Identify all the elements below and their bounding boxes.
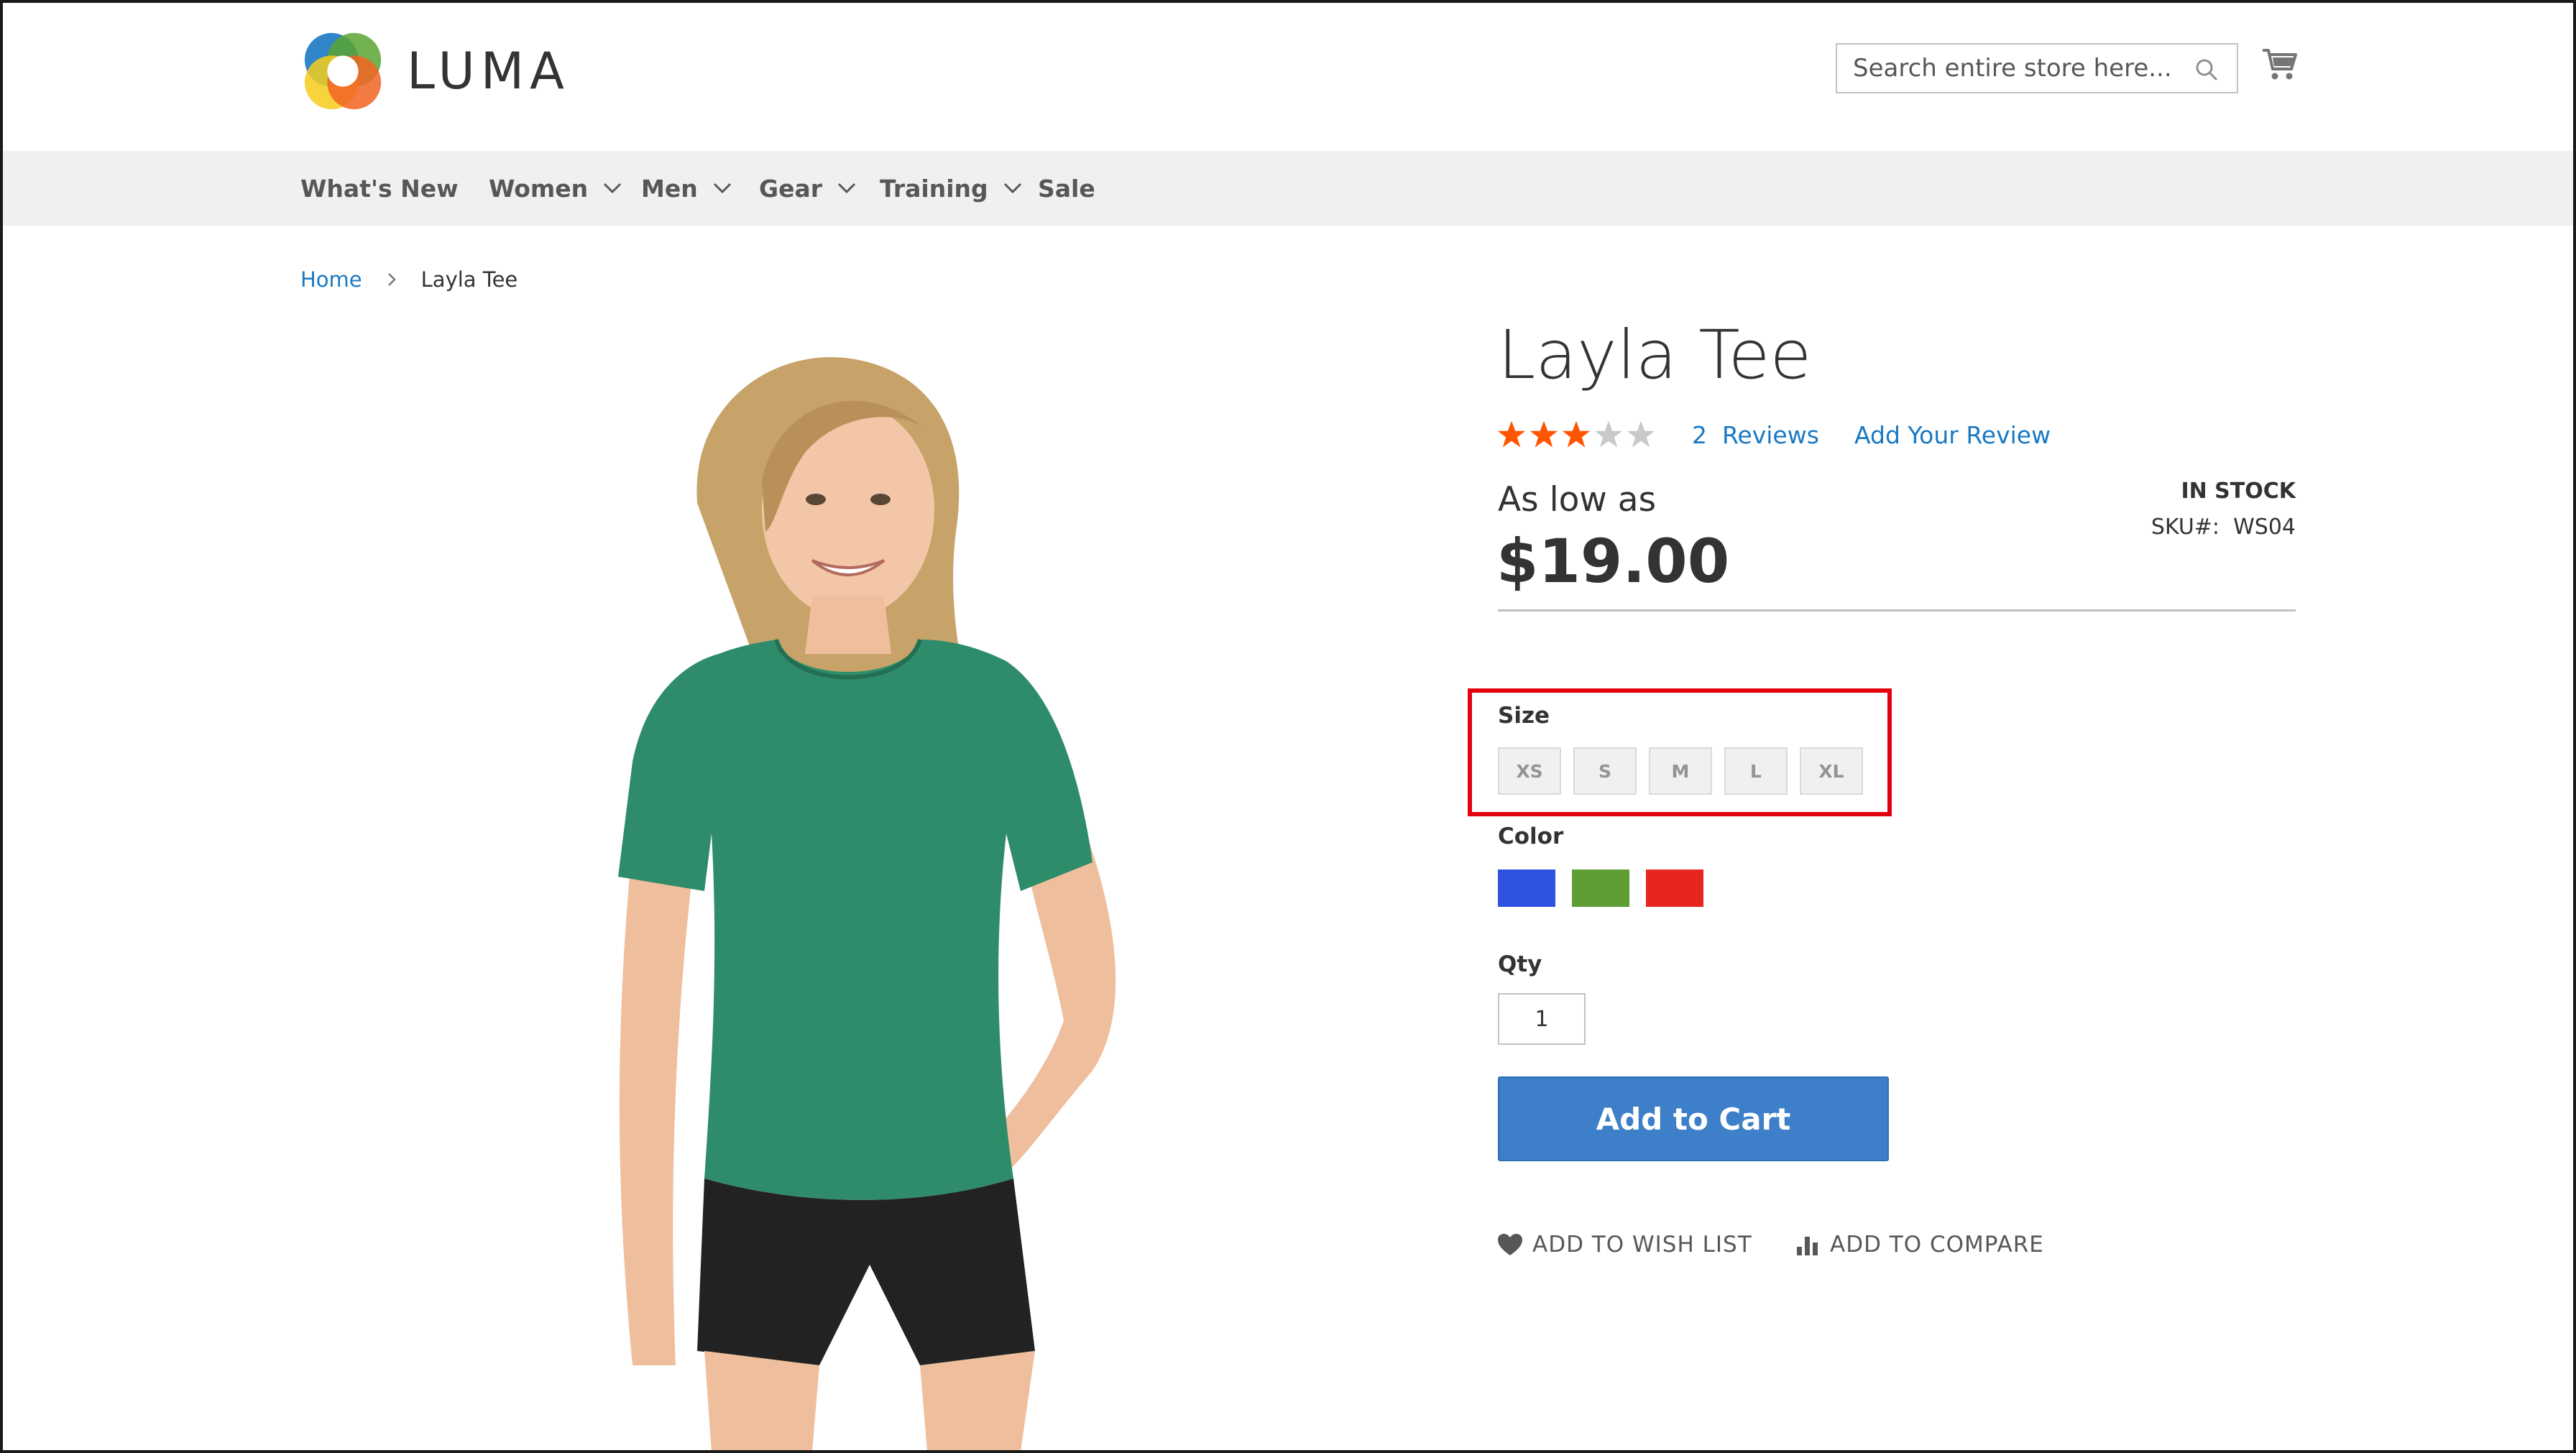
- nav-item-label: Men: [641, 174, 698, 203]
- nav-item-label: Gear: [759, 174, 823, 203]
- nav-item-whats-new[interactable]: What's New: [300, 151, 459, 226]
- sku-label: SKU#:: [2150, 515, 2220, 540]
- star-filled-icon: [1497, 420, 1526, 448]
- chevron-down-icon: [837, 183, 856, 194]
- nav-item-training[interactable]: Training: [880, 151, 1023, 226]
- rating-stars: [1496, 420, 1658, 450]
- reviews-count: 2: [1692, 421, 1707, 449]
- size-option-s[interactable]: S: [1573, 747, 1637, 795]
- nav-item-sale[interactable]: Sale: [1038, 151, 1095, 226]
- reviews-label: Reviews: [1721, 421, 1819, 449]
- search-placeholder: Search entire store here...: [1853, 54, 2172, 83]
- search-icon[interactable]: [2194, 57, 2220, 83]
- qty-input[interactable]: 1: [1498, 993, 1586, 1045]
- nav-item-label: Sale: [1038, 174, 1095, 203]
- bar-chart-icon: [1797, 1237, 1818, 1255]
- heart-icon: [1498, 1234, 1522, 1255]
- add-review-link[interactable]: Add Your Review: [1854, 421, 2051, 449]
- nav-item-gear[interactable]: Gear: [759, 151, 857, 226]
- product-price: $19.00: [1496, 526, 1730, 596]
- nav-item-label: Women: [489, 174, 589, 203]
- add-to-wish-list-link[interactable]: ADD TO WISH LIST: [1496, 1232, 1752, 1258]
- star-filled-icon: [1530, 420, 1558, 448]
- star-empty-icon: [1627, 420, 1655, 448]
- compare-label: ADD TO COMPARE: [1830, 1232, 2044, 1258]
- reviews-link[interactable]: 2 Reviews: [1692, 421, 1819, 449]
- size-options: XS S M L XL: [1498, 747, 1875, 795]
- size-label: Size: [1498, 703, 1550, 729]
- stock-status: IN STOCK: [2181, 479, 2296, 504]
- sku: SKU#: WS04: [2151, 515, 2296, 540]
- chevron-down-icon: [713, 183, 731, 194]
- breadcrumb-current: Layla Tee: [420, 267, 518, 292]
- breadcrumb: Home Layla Tee: [300, 267, 518, 292]
- size-option-m[interactable]: M: [1649, 747, 1712, 795]
- nav-item-label: What's New: [300, 174, 459, 203]
- add-to-compare-link[interactable]: ADD TO COMPARE: [1794, 1232, 2044, 1258]
- search-input[interactable]: Search entire store here...: [1836, 43, 2238, 93]
- sku-value: WS04: [2233, 515, 2296, 540]
- main-nav: What's New Women Men Gear Training Sale: [0, 151, 2576, 226]
- qty-label: Qty: [1498, 951, 1542, 977]
- price-prefix: As low as: [1498, 480, 1657, 520]
- size-option-xl[interactable]: XL: [1800, 747, 1863, 795]
- product-image[interactable]: [402, 316, 1294, 1452]
- star-empty-icon: [1594, 420, 1623, 448]
- cart-icon[interactable]: [2261, 46, 2299, 83]
- color-option-red[interactable]: [1646, 870, 1703, 907]
- wish-list-label: ADD TO WISH LIST: [1532, 1232, 1752, 1258]
- add-to-cart-button[interactable]: Add to Cart: [1498, 1076, 1889, 1161]
- size-option-xs[interactable]: XS: [1498, 747, 1561, 795]
- color-option-green[interactable]: [1572, 870, 1629, 907]
- divider: [1498, 609, 2296, 612]
- logo-text: LUMA: [407, 42, 571, 101]
- color-options: [1498, 870, 1720, 907]
- nav-item-women[interactable]: Women: [489, 151, 622, 226]
- product-title: Layla Tee: [1498, 316, 1812, 395]
- chevron-right-icon: [387, 273, 396, 286]
- breadcrumb-home-link[interactable]: Home: [300, 267, 362, 292]
- size-option-l[interactable]: L: [1724, 747, 1788, 795]
- chevron-down-icon: [604, 183, 622, 194]
- logo-icon: [304, 32, 382, 110]
- chevron-down-icon: [1003, 183, 1021, 194]
- nav-item-label: Training: [880, 174, 988, 203]
- color-option-blue[interactable]: [1498, 870, 1555, 907]
- logo[interactable]: LUMA: [300, 29, 570, 114]
- star-filled-icon: [1562, 420, 1591, 448]
- nav-item-men[interactable]: Men: [641, 151, 732, 226]
- color-label: Color: [1498, 824, 1564, 849]
